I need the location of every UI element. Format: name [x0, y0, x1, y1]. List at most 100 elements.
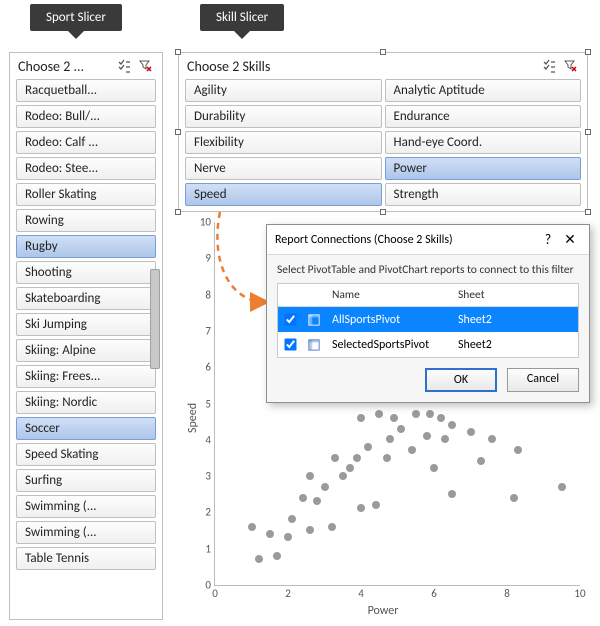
data-point — [437, 414, 445, 422]
clear-filter-icon[interactable] — [136, 57, 156, 75]
data-point — [477, 457, 485, 465]
sport-item[interactable]: Roller Skating — [16, 183, 156, 206]
x-axis-label: Power — [368, 604, 399, 618]
row-checkbox[interactable] — [284, 338, 296, 350]
resize-handle[interactable] — [380, 209, 386, 215]
y-tick: 6 — [205, 361, 215, 374]
skill-item[interactable]: Endurance — [385, 105, 582, 128]
sport-item[interactable]: Skateboarding — [16, 287, 156, 310]
skill-item[interactable]: Hand-eye Coord. — [385, 131, 582, 154]
data-point — [273, 552, 281, 560]
data-point — [375, 410, 383, 418]
sport-item[interactable]: Skiing: Nordic — [16, 391, 156, 414]
data-point — [328, 523, 336, 531]
skill-item[interactable]: Durability — [185, 105, 382, 128]
data-point — [346, 464, 354, 472]
skill-item[interactable]: Speed — [185, 183, 382, 206]
data-point — [299, 494, 307, 502]
sport-item[interactable]: Shooting — [16, 261, 156, 284]
skill-item[interactable]: Strength — [385, 183, 582, 206]
y-tick: 4 — [205, 433, 215, 446]
resize-handle[interactable] — [585, 209, 591, 215]
sport-item[interactable]: Table Tennis — [16, 547, 156, 570]
sport-item[interactable]: Swimming (... — [16, 495, 156, 518]
data-point — [514, 446, 522, 454]
skill-slicer-header: Choose 2 Skills — [179, 53, 587, 79]
data-point — [306, 526, 314, 534]
skill-item[interactable]: Flexibility — [185, 131, 382, 154]
row-sheet: Sheet2 — [452, 310, 578, 330]
data-point — [248, 523, 256, 531]
data-point — [448, 490, 456, 498]
multiselect-icon[interactable] — [539, 57, 559, 75]
resize-handle[interactable] — [175, 129, 181, 135]
pivot-icon — [302, 335, 326, 355]
skill-item[interactable]: Power — [385, 157, 582, 180]
scrollbar[interactable] — [148, 79, 162, 579]
dialog-hint: Select PivotTable and PivotChart reports… — [277, 263, 579, 277]
sport-item[interactable]: Skiing: Alpine — [16, 339, 156, 362]
skill-slicer: Choose 2 Skills AgilityAnalytic Aptitude… — [178, 52, 588, 212]
sport-slicer: Choose 2 ... Racquetball... Rodeo: Bull/.… — [9, 52, 163, 620]
table-row[interactable]: SelectedSportsPivotSheet2 — [278, 332, 578, 357]
sport-item[interactable]: Rodeo: Stee... — [16, 157, 156, 180]
clear-filter-icon[interactable] — [561, 57, 581, 75]
close-icon[interactable]: ✕ — [559, 231, 581, 248]
data-point — [488, 435, 496, 443]
y-tick: 5 — [205, 397, 215, 410]
report-connections-dialog: Report Connections (Choose 2 Skills) ? ✕… — [266, 224, 590, 403]
sport-slicer-header: Choose 2 ... — [10, 53, 162, 79]
help-icon[interactable]: ? — [537, 231, 559, 248]
sport-item[interactable]: Rowing — [16, 209, 156, 232]
data-point — [412, 410, 420, 418]
resize-handle[interactable] — [585, 129, 591, 135]
resize-handle[interactable] — [175, 209, 181, 215]
y-tick: 9 — [205, 252, 215, 265]
data-point — [255, 555, 263, 563]
row-sheet: Sheet2 — [452, 335, 578, 355]
data-point — [390, 414, 398, 422]
data-point — [383, 454, 391, 462]
sport-item[interactable]: Ski Jumping — [16, 313, 156, 336]
y-axis-label: Speed — [186, 403, 200, 433]
data-point — [357, 504, 365, 512]
cancel-button[interactable]: Cancel — [507, 368, 579, 392]
sport-item[interactable]: Swimming (... — [16, 521, 156, 544]
resize-handle[interactable] — [175, 49, 181, 55]
data-point — [357, 414, 365, 422]
sport-item[interactable]: Rugby — [16, 235, 156, 258]
data-point — [266, 530, 274, 538]
data-point — [284, 533, 292, 541]
sport-item[interactable]: Surfing — [16, 469, 156, 492]
x-tick: 4 — [358, 585, 364, 600]
sport-item[interactable]: Soccer — [16, 417, 156, 440]
data-point — [467, 428, 475, 436]
y-tick: 7 — [205, 324, 215, 337]
y-tick: 3 — [205, 470, 215, 483]
skill-item[interactable]: Nerve — [185, 157, 382, 180]
resize-handle[interactable] — [585, 49, 591, 55]
skill-item[interactable]: Analytic Aptitude — [385, 79, 582, 102]
x-tick: 10 — [574, 585, 585, 600]
data-point — [313, 497, 321, 505]
data-point — [372, 501, 380, 509]
sport-item[interactable]: Speed Skating — [16, 443, 156, 466]
sport-item[interactable]: Skiing: Frees... — [16, 365, 156, 388]
scrollbar-thumb[interactable] — [150, 269, 160, 369]
dialog-titlebar[interactable]: Report Connections (Choose 2 Skills) ? ✕ — [267, 225, 589, 255]
skill-slicer-body: AgilityAnalytic AptitudeDurabilityEndura… — [179, 79, 587, 212]
data-point — [430, 464, 438, 472]
sport-item[interactable]: Racquetball... — [16, 79, 156, 102]
table-row[interactable]: AllSportsPivotSheet2 — [278, 307, 578, 332]
multiselect-icon[interactable] — [114, 57, 134, 75]
sport-item[interactable]: Rodeo: Calf ... — [16, 131, 156, 154]
y-tick: 2 — [205, 506, 215, 519]
row-checkbox[interactable] — [284, 313, 296, 325]
sport-item[interactable]: Rodeo: Bull/... — [16, 105, 156, 128]
data-point — [423, 432, 431, 440]
x-tick: 0 — [212, 585, 218, 600]
callout-skill-slicer: Skill Slicer — [200, 4, 284, 31]
ok-button[interactable]: OK — [425, 368, 497, 392]
resize-handle[interactable] — [380, 49, 386, 55]
skill-item[interactable]: Agility — [185, 79, 382, 102]
